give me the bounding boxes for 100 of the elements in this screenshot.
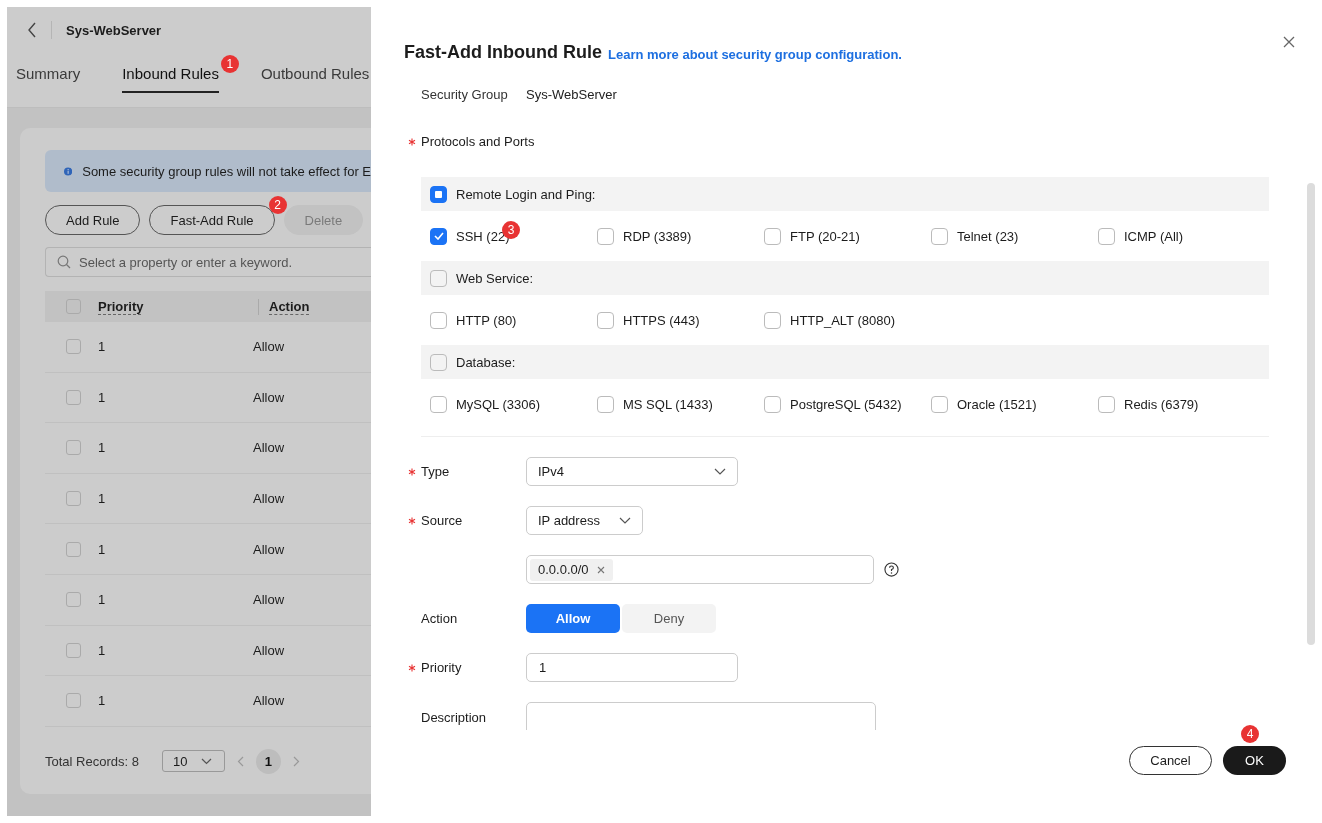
close-icon[interactable] [1283, 36, 1295, 48]
tab[interactable]: Summary [16, 53, 81, 93]
field-label: Action [421, 611, 458, 626]
table-cell: Allow [253, 693, 285, 709]
priority-field[interactable]: 1 [526, 653, 738, 682]
notice-text: Some security group rules will not take effect for E [82, 163, 371, 179]
page-number[interactable]: 1 [255, 748, 281, 774]
field-label: Security Group [420, 90, 509, 102]
option-label: PostgreSQL (5432) [790, 396, 902, 412]
field-label: Priority [421, 660, 462, 675]
option-checkbox[interactable] [1098, 227, 1115, 245]
option-label: MySQL (3306) [456, 396, 541, 412]
search-icon [57, 255, 71, 269]
step-marker: 1 [220, 55, 239, 73]
row-checkbox[interactable] [66, 389, 81, 405]
group-checkbox[interactable] [430, 353, 447, 371]
option-checkbox[interactable] [931, 227, 948, 245]
table-cell-text: 1 [98, 389, 107, 405]
rule-action-button[interactable]: Fast-Add Rule [149, 205, 275, 235]
row-checkbox[interactable] [66, 592, 81, 608]
option-checkbox[interactable] [430, 227, 447, 245]
group-label: Remote Login and Ping: [456, 186, 596, 202]
page-size-select[interactable]: 10 [161, 750, 225, 773]
option-label: ICMP (All) [1124, 228, 1183, 244]
row-checkbox[interactable] [66, 642, 81, 658]
table-cell: Allow [253, 339, 285, 355]
tab[interactable]: Inbound Rules [122, 53, 219, 93]
type-select[interactable]: IPv4 [526, 457, 738, 486]
option-label: MS SQL (1433) [623, 396, 713, 412]
search-field[interactable]: Select a property or enter a keyword. [45, 247, 371, 277]
next-page-icon[interactable] [292, 755, 300, 767]
group-checkbox[interactable] [430, 185, 447, 203]
table-cell-text: 1 [98, 693, 107, 709]
option-label: Redis (6379) [1124, 396, 1199, 412]
option-label: FTP (20-21) [790, 228, 860, 244]
option-checkbox[interactable] [764, 227, 781, 245]
table-cell-text: 1 [98, 642, 107, 658]
help-icon[interactable] [884, 562, 899, 577]
column-header[interactable]: Action [269, 298, 310, 315]
chevron-down-icon [619, 517, 631, 524]
help-link[interactable]: Learn more about security group configuration. [608, 46, 902, 62]
required-icon [408, 468, 416, 476]
step-marker: 2 [268, 196, 287, 214]
table-cell-text: 1 [98, 339, 107, 355]
option-checkbox[interactable] [430, 395, 447, 413]
option-checkbox[interactable] [764, 395, 781, 413]
table-cell-text: 1 [98, 592, 107, 608]
address-tag: 0.0.0.0/0 [530, 558, 613, 581]
field-label: Description [421, 710, 487, 725]
select-all-checkbox[interactable] [66, 299, 81, 314]
row-checkbox[interactable] [66, 693, 81, 709]
step-marker: 4 [1241, 725, 1259, 743]
page-title: Sys-WebServer [66, 22, 162, 38]
rule-action-button[interactable]: Add Rule [45, 205, 141, 235]
field-label: Protocols and Ports [421, 133, 535, 149]
table-cell: Allow [253, 389, 285, 405]
dialog-button[interactable]: OK [1223, 746, 1286, 775]
ip-address-field[interactable]: 0.0.0.0/0 [526, 555, 874, 584]
table-cell-text: 1 [98, 491, 107, 507]
option-label: HTTP_ALT (8080) [790, 312, 895, 328]
tab[interactable]: Outbound Rules [260, 53, 370, 93]
table-cell: Allow [253, 541, 285, 557]
field-value: Sys-WebServer [526, 90, 617, 102]
option-checkbox[interactable] [597, 227, 614, 245]
option-label: RDP (3389) [623, 228, 692, 244]
option-checkbox[interactable] [597, 395, 614, 413]
dialog-title: Fast-Add Inbound Rule [404, 42, 602, 63]
remove-icon[interactable] [596, 565, 605, 574]
back-icon[interactable] [27, 22, 37, 38]
table-cell: Allow [253, 592, 285, 608]
required-icon [408, 664, 416, 672]
row-checkbox[interactable] [66, 541, 81, 557]
option-label: HTTPS (443) [623, 312, 700, 328]
table-cell-text: 1 [98, 541, 107, 557]
option-label: Telnet (23) [957, 228, 1019, 244]
row-checkbox[interactable] [66, 339, 81, 355]
group-checkbox[interactable] [430, 269, 447, 287]
previous-page-icon[interactable] [236, 755, 244, 767]
action-option[interactable]: Deny [622, 604, 716, 633]
action-option[interactable]: Allow [526, 604, 620, 633]
option-checkbox[interactable] [1098, 395, 1115, 413]
dialog-button[interactable]: Cancel [1129, 746, 1212, 775]
option-checkbox[interactable] [764, 311, 781, 329]
required-icon [408, 137, 416, 146]
required-icon [408, 517, 416, 525]
option-checkbox[interactable] [931, 395, 948, 413]
chevron-down-icon [714, 468, 726, 475]
option-label: HTTP (80) [456, 312, 517, 328]
table-cell: Allow [253, 491, 285, 507]
scrollbar[interactable] [1307, 183, 1315, 645]
option-checkbox[interactable] [430, 311, 447, 329]
source-select[interactable]: IP address [526, 506, 643, 535]
check-icon [433, 232, 444, 240]
field-label: Source [421, 513, 463, 528]
total-records: Total Records: 8 [45, 753, 139, 769]
chevron-down-icon [201, 757, 213, 765]
table-cell-text: 1 [98, 440, 107, 456]
row-checkbox[interactable] [66, 491, 81, 507]
row-checkbox[interactable] [66, 440, 81, 456]
option-checkbox[interactable] [597, 311, 614, 329]
